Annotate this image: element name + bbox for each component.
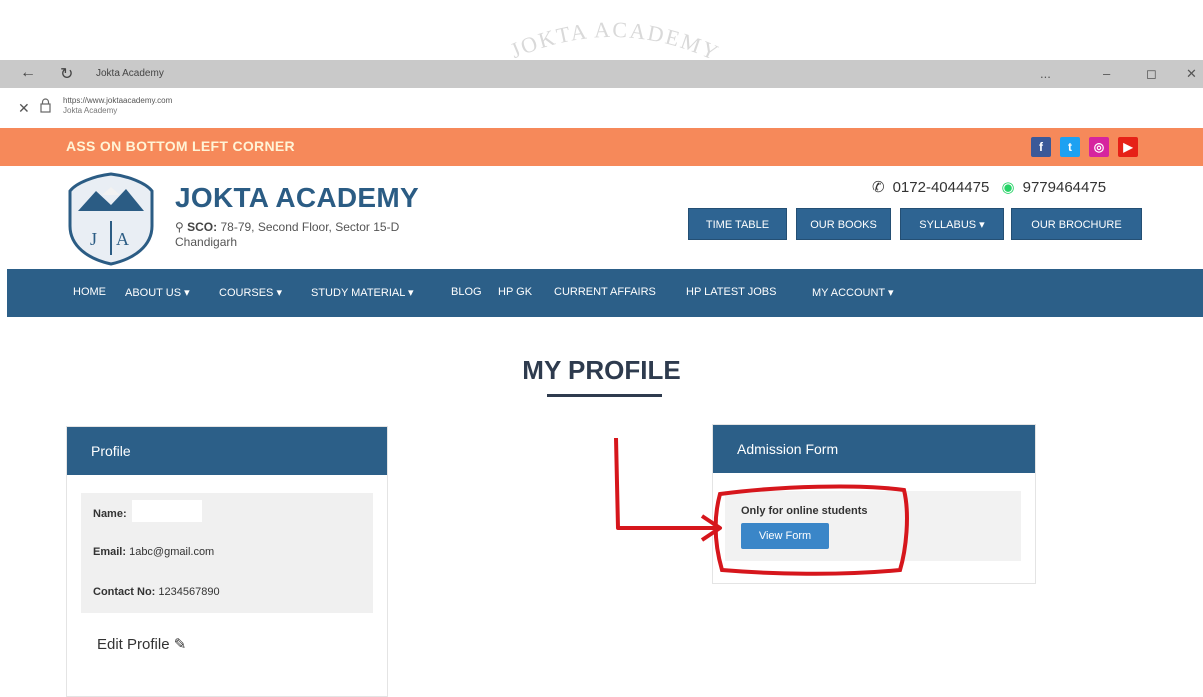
name-row: Name: — [81, 493, 373, 533]
youtube-icon[interactable]: ▶ — [1118, 137, 1138, 157]
nav-study-material[interactable]: STUDY MATERIAL ▾ — [311, 286, 414, 299]
refresh-icon[interactable]: ↻ — [60, 64, 73, 84]
online-students-note: Only for online students — [741, 505, 868, 517]
contact-phones: ✆ 0172-4044475 ◉ 9779464475 — [872, 178, 1114, 196]
email-label: Email: — [93, 546, 127, 558]
address-line1: 78-79, Second Floor, Sector 15-D — [220, 220, 400, 234]
close-tab-icon[interactable]: ✕ — [18, 100, 30, 117]
address-block: ⚲ SCO: 78-79, Second Floor, Sector 15-D … — [175, 220, 475, 250]
view-form-button[interactable]: View Form — [741, 523, 829, 549]
nav-current-affairs[interactable]: CURRENT AFFAIRS — [554, 286, 656, 298]
edit-icon: ✎ — [173, 636, 187, 653]
address-label: SCO: — [187, 220, 218, 234]
instagram-icon[interactable]: ◎ — [1089, 137, 1109, 157]
name-value-redacted — [131, 500, 202, 522]
facebook-icon[interactable]: f — [1031, 137, 1051, 157]
nav-home[interactable]: HOME — [73, 286, 106, 298]
admission-box: Only for online students View Form — [725, 491, 1021, 561]
profile-info-box: Name: Email: 1abc@gmail.com Contact No: … — [81, 493, 373, 613]
maximize-icon[interactable]: ◻ — [1146, 66, 1157, 82]
contact-value: 1234567890 — [158, 586, 220, 598]
logo-letter-j: J — [90, 229, 97, 249]
more-options-icon[interactable]: ... — [1040, 66, 1051, 81]
email-value: 1abc@gmail.com — [129, 546, 215, 558]
browser-title-bar: ← ↻ Jokta Academy ... – ◻ ✕ — [0, 60, 1203, 88]
profile-panel-heading: Profile — [67, 427, 387, 475]
nav-blog[interactable]: BLOG — [451, 286, 482, 298]
whatsapp-icon: ◉ — [1001, 179, 1015, 196]
admission-panel-heading: Admission Form — [713, 425, 1035, 473]
edit-profile-label: Edit Profile — [97, 636, 170, 653]
url-text[interactable]: https://www.joktaacademy.com — [63, 95, 172, 106]
nav-my-account[interactable]: MY ACCOUNT ▾ — [812, 286, 894, 299]
window-close-icon[interactable]: ✕ — [1186, 66, 1197, 82]
logo-letter-a: A — [116, 229, 129, 249]
svg-text:JOKTA ACADEMY: JOKTA ACADEMY — [507, 17, 724, 58]
profile-panel: Profile Name: Email: 1abc@gmail.com Cont… — [66, 426, 388, 697]
address-line2: Chandigarh — [175, 235, 238, 249]
back-arrow-icon[interactable]: ← — [20, 64, 36, 82]
twitter-icon[interactable]: t — [1060, 137, 1080, 157]
tab-title[interactable]: Jokta Academy — [96, 68, 164, 79]
our-brochure-button[interactable]: OUR BROCHURE — [1011, 208, 1142, 240]
phone-number[interactable]: 0172-4044475 — [893, 179, 990, 196]
our-books-button[interactable]: OUR BOOKS — [796, 208, 891, 240]
nav-about-us[interactable]: ABOUT US ▾ — [125, 286, 190, 299]
time-table-button[interactable]: TIME TABLE — [688, 208, 787, 240]
title-underline — [547, 394, 662, 397]
contact-label: Contact No: — [93, 586, 156, 598]
name-label: Name: — [93, 507, 127, 520]
email-row: Email: 1abc@gmail.com — [81, 533, 373, 573]
phone-icon: ✆ — [872, 179, 885, 196]
address-bar[interactable]: ✕ https://www.joktaacademy.com Jokta Aca… — [0, 88, 1203, 128]
site-brand-title[interactable]: JOKTA ACADEMY — [175, 182, 419, 214]
whatsapp-number[interactable]: 9779464475 — [1023, 179, 1106, 196]
annotation-arrow-line — [614, 437, 718, 530]
syllabus-dropdown-button[interactable]: SYLLABUS ▾ — [900, 208, 1004, 240]
site-header: J A JOKTA ACADEMY ⚲ SCO: 78-79, Second F… — [0, 166, 1203, 269]
page-title: MY PROFILE — [522, 355, 681, 385]
contact-row: Contact No: 1234567890 — [81, 573, 373, 613]
url-site-name: Jokta Academy — [63, 106, 118, 115]
nav-hp-gk[interactable]: HP GK — [498, 286, 532, 298]
edit-profile-link[interactable]: Edit Profile ✎ — [97, 635, 186, 653]
main-navigation: HOME ABOUT US ▾ COURSES ▾ STUDY MATERIAL… — [7, 269, 1203, 317]
nav-courses[interactable]: COURSES ▾ — [219, 286, 282, 299]
lock-icon — [40, 98, 51, 113]
announcement-bar: ASS ON BOTTOM LEFT CORNER f t ◎ ▶ — [0, 128, 1203, 166]
nav-hp-latest-jobs[interactable]: HP LATEST JOBS — [686, 286, 776, 298]
scrolling-announcement[interactable]: ASS ON BOTTOM LEFT CORNER — [66, 138, 295, 154]
minimize-icon[interactable]: – — [1103, 66, 1110, 81]
map-marker-icon: ⚲ — [175, 220, 184, 234]
admission-panel: Admission Form Only for online students … — [712, 424, 1036, 584]
watermark-logo: JOKTA ACADEMY — [507, 17, 724, 58]
watermark-text: JOKTA ACADEMY — [507, 17, 722, 58]
jokta-academy-logo[interactable]: J A — [66, 171, 156, 266]
